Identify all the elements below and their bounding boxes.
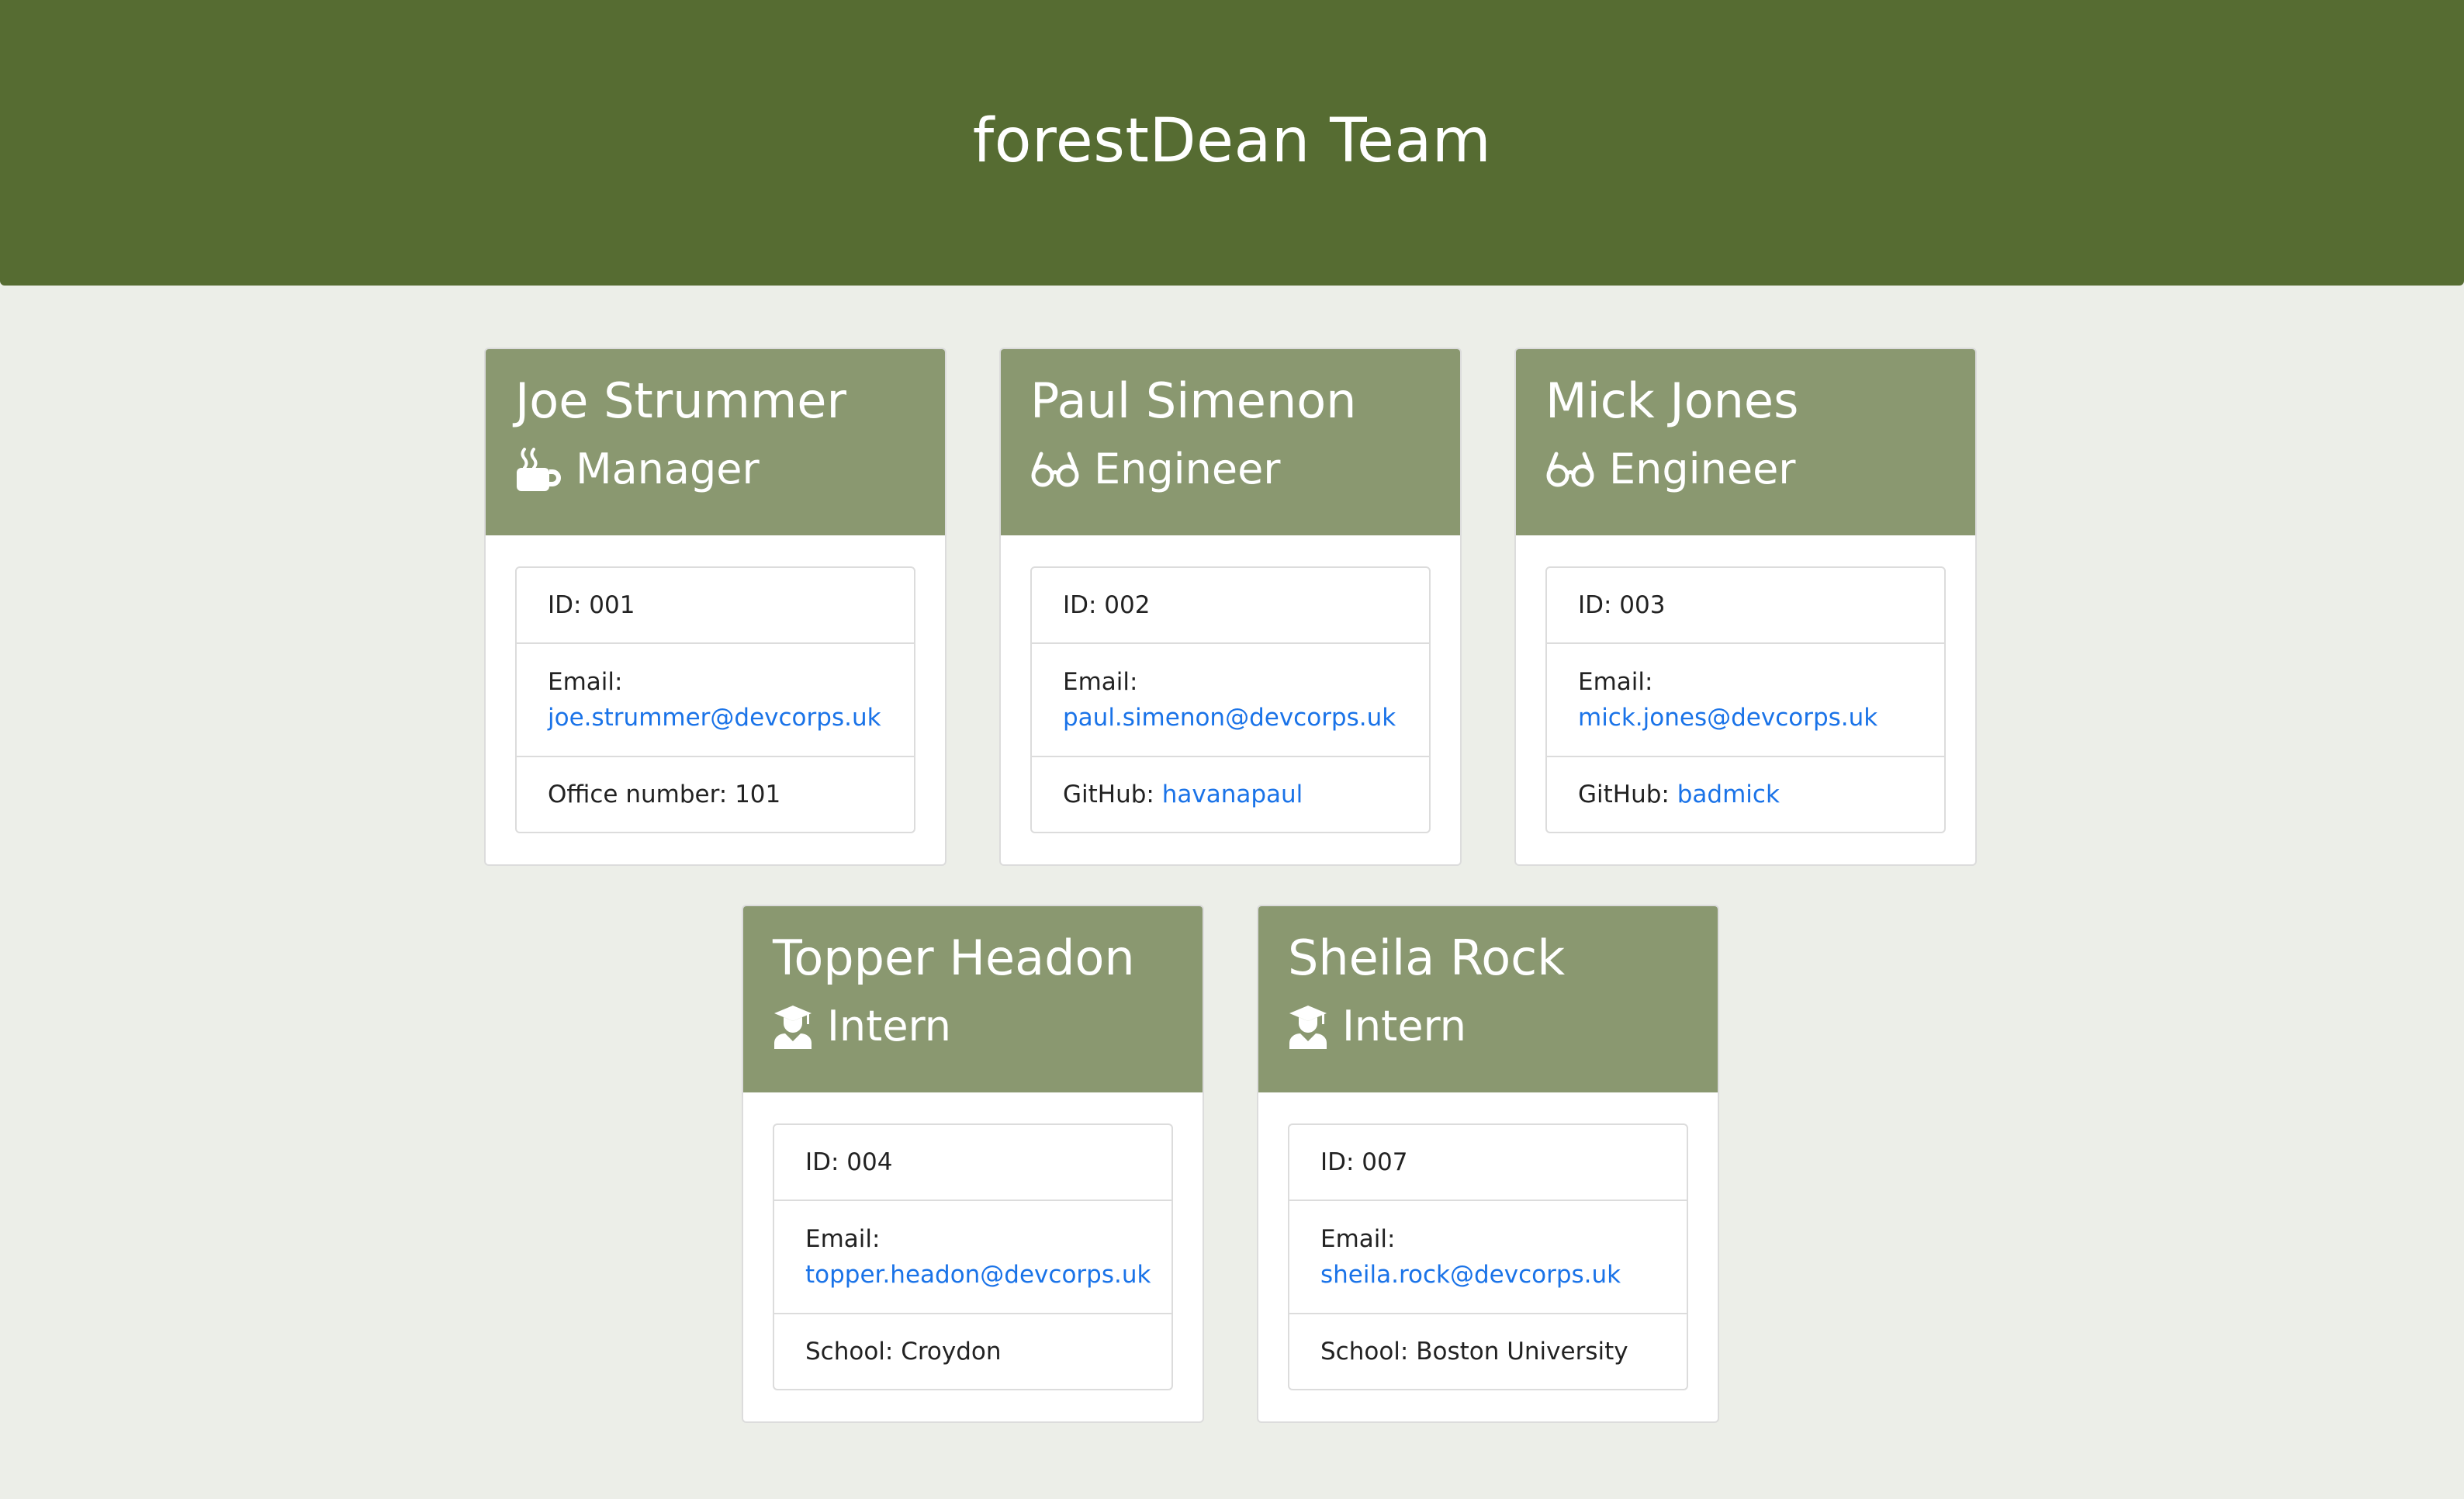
employee-role: Intern [1288, 999, 1688, 1054]
office-number-item: Office number: 101 [517, 756, 914, 832]
glasses-icon [1545, 449, 1595, 490]
email-link[interactable]: joe.strummer@devcorps.uk [548, 704, 883, 732]
employee-card-intern: Sheila Rock Intern ID: 007 Email: sheila… [1257, 905, 1719, 1423]
employee-card-manager: Joe Strummer Manager ID: 001 Email: joe.… [484, 348, 946, 866]
card-header: Sheila Rock Intern [1258, 906, 1718, 1092]
card-body: ID: 001 Email: joe.strummer@devcorps.uk … [486, 535, 945, 833]
card-body: ID: 003 Email: mick.jones@devcorps.uk Gi… [1516, 535, 1975, 833]
employee-name: Topper Headon [773, 930, 1135, 986]
employee-name: Sheila Rock [1288, 930, 1566, 986]
glasses-icon [1030, 449, 1080, 490]
school-item: School: Boston University [1289, 1313, 1687, 1389]
role-label: Intern [827, 1002, 952, 1051]
role-label: Engineer [1094, 445, 1281, 493]
employee-name: Joe Strummer [515, 372, 846, 429]
employee-role: Engineer [1030, 442, 1431, 497]
email-item: Email: mick.jones@devcorps.uk [1547, 642, 1944, 756]
id-item: ID: 004 [805, 1148, 893, 1176]
email-link[interactable]: sheila.rock@devcorps.uk [1320, 1261, 1656, 1289]
role-label: Engineer [1609, 445, 1796, 493]
employee-role: Manager [515, 442, 915, 497]
role-label: Manager [576, 445, 760, 493]
graduate-icon [1288, 1004, 1328, 1049]
mug-icon [515, 448, 562, 491]
employee-name: Paul Simenon [1030, 372, 1357, 429]
detail-list: ID: 003 Email: mick.jones@devcorps.uk Gi… [1545, 566, 1946, 833]
id-item: ID: 001 [548, 591, 635, 619]
id-item: ID: 007 [1320, 1148, 1408, 1176]
github-link[interactable]: badmick [1677, 781, 1780, 808]
email-item: Email: sheila.rock@devcorps.uk [1289, 1200, 1687, 1313]
email-item: Email: paul.simenon@devcorps.uk [1032, 642, 1429, 756]
school-item: School: Croydon [774, 1313, 1171, 1389]
employee-role: Engineer [1545, 442, 1946, 497]
page-header: forestDean Team [0, 0, 2464, 286]
id-item: ID: 003 [1578, 591, 1666, 619]
detail-list: ID: 007 Email: sheila.rock@devcorps.uk S… [1288, 1123, 1688, 1390]
github-item: GitHub: badmick [1547, 756, 1944, 832]
card-body: ID: 004 Email: topper.headon@devcorps.uk… [743, 1092, 1203, 1390]
email-link[interactable]: mick.jones@devcorps.uk [1578, 704, 1913, 732]
detail-list: ID: 001 Email: joe.strummer@devcorps.uk … [515, 566, 915, 833]
card-header: Paul Simenon Engineer [1001, 349, 1460, 535]
id-item: ID: 002 [1063, 591, 1151, 619]
detail-list: ID: 004 Email: topper.headon@devcorps.uk… [773, 1123, 1173, 1390]
page-title: forestDean Team [972, 106, 1492, 176]
email-link[interactable]: topper.headon@devcorps.uk [805, 1261, 1151, 1289]
card-header: Mick Jones Engineer [1516, 349, 1975, 535]
detail-list: ID: 002 Email: paul.simenon@devcorps.uk … [1030, 566, 1431, 833]
github-link[interactable]: havanapaul [1162, 781, 1303, 808]
graduate-icon [773, 1004, 813, 1049]
employee-card-intern: Topper Headon Intern ID: 004 Email: topp… [742, 905, 1204, 1423]
employee-card-engineer: Paul Simenon Engineer ID: 002 Email: pau… [999, 348, 1462, 866]
email-link[interactable]: paul.simenon@devcorps.uk [1063, 704, 1398, 732]
email-item: Email: topper.headon@devcorps.uk [774, 1200, 1171, 1313]
card-header: Joe Strummer Manager [486, 349, 945, 535]
role-label: Intern [1342, 1002, 1467, 1051]
card-header: Topper Headon Intern [743, 906, 1203, 1092]
github-item: GitHub: havanapaul [1032, 756, 1429, 832]
employee-role: Intern [773, 999, 1173, 1054]
card-body: ID: 007 Email: sheila.rock@devcorps.uk S… [1258, 1092, 1718, 1390]
employee-name: Mick Jones [1545, 372, 1799, 429]
email-item: Email: joe.strummer@devcorps.uk [517, 642, 914, 756]
card-body: ID: 002 Email: paul.simenon@devcorps.uk … [1001, 535, 1460, 833]
employee-card-engineer: Mick Jones Engineer ID: 003 Email: mick.… [1514, 348, 1977, 866]
